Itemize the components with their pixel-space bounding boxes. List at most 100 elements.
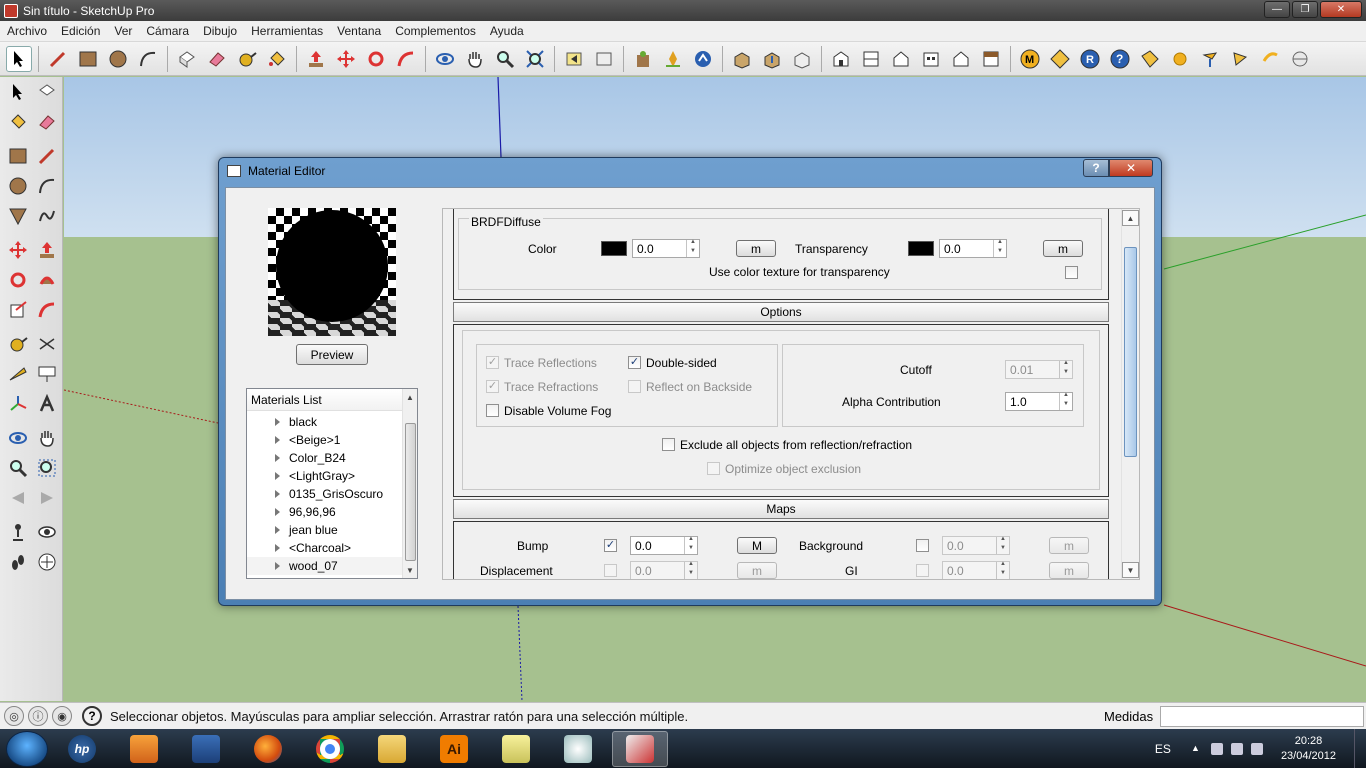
left-component-button[interactable] [35,79,61,105]
displacement-amount-spinbox[interactable]: 0.0 [630,561,698,579]
select-tool-button[interactable] [6,45,32,72]
dialog-help-button[interactable]: ? [1083,159,1109,177]
left-position-camera-button[interactable] [5,519,31,545]
taskbar-stocks[interactable] [178,731,234,767]
expand-arrow-icon[interactable] [275,490,280,498]
double-sided-checkbox[interactable]: ✓ [628,356,641,369]
list-item[interactable]: <Charcoal> [247,539,403,557]
left-freehand-button[interactable] [35,203,61,229]
left-rotate-button[interactable] [5,267,31,293]
taskbar-chrome[interactable] [302,731,358,767]
menu-edicion[interactable]: Edición [54,24,107,38]
trace-reflections-checkbox[interactable]: ✓ [486,356,499,369]
menu-dibujo[interactable]: Dibujo [196,24,244,38]
expand-arrow-icon[interactable] [275,472,280,480]
tape-measure-button[interactable] [234,46,260,72]
move-tool-button[interactable] [333,46,359,72]
disable-volume-fog-checkbox[interactable] [486,404,499,417]
show-desktop-button[interactable] [1354,729,1366,768]
close-window-button[interactable]: ✕ [1320,1,1362,18]
menu-herramientas[interactable]: Herramientas [244,24,330,38]
bump-map-button[interactable]: M [737,537,777,554]
measures-input[interactable] [1160,706,1364,727]
network-icon[interactable] [1230,742,1243,755]
extension-button[interactable] [660,46,686,72]
eraser-tool-button[interactable] [204,46,230,72]
maps-section-header[interactable]: Maps [453,499,1109,519]
spin-arrows-icon[interactable] [1059,392,1072,410]
alpha-contribution-spinbox[interactable]: 1.0 [1005,392,1073,411]
vray-material-button[interactable]: M [1017,46,1043,72]
list-item[interactable]: jean blue [247,521,403,539]
expand-arrow-icon[interactable] [275,436,280,444]
scroll-down-icon[interactable]: ▼ [403,562,417,578]
next-view-button[interactable] [591,46,617,72]
list-item[interactable]: <LightGray> [247,467,403,485]
language-indicator[interactable]: ES [1155,742,1171,756]
list-item[interactable]: Color_B24 [247,449,403,467]
taskbar-hp[interactable]: hp [54,731,110,767]
gi-map-button[interactable]: m [1049,562,1089,579]
spin-arrows-icon[interactable] [684,561,697,579]
zoom-button[interactable] [492,46,518,72]
left-offset-button[interactable] [35,297,61,323]
displacement-checkbox[interactable] [604,564,617,577]
pan-button[interactable] [462,46,488,72]
make-component-button[interactable] [174,46,200,72]
menu-ayuda[interactable]: Ayuda [483,24,531,38]
iso-view-button[interactable] [828,46,854,72]
preview-button[interactable]: Preview [296,344,368,365]
expand-arrow-icon[interactable] [275,544,280,552]
background-map-button[interactable]: m [1049,537,1089,554]
list-item[interactable]: 96,96,96 [247,503,403,521]
left-paint-button[interactable] [5,109,31,135]
left-walk-button[interactable] [5,549,31,575]
materials-list-scrollbar[interactable]: ▲ ▼ [402,389,417,578]
taskbar-notes[interactable] [488,731,544,767]
left-zoomwin-button[interactable] [35,455,61,481]
spin-arrows-icon[interactable] [993,239,1006,257]
bump-amount-spinbox[interactable]: 0.0 [630,536,698,555]
minimize-button[interactable]: — [1264,1,1290,18]
spin-arrows-icon[interactable] [1059,360,1072,378]
left-prev-button[interactable] [5,485,31,511]
get-models-button[interactable] [729,46,755,72]
left-move-button[interactable] [5,237,31,263]
rotate-tool-button[interactable] [363,46,389,72]
menu-ver[interactable]: Ver [107,24,139,38]
background-amount-spinbox[interactable]: 0.0 [942,536,1010,555]
taskbar-media-player[interactable] [116,731,172,767]
options-section-header[interactable]: Options [453,302,1109,322]
left-section-button[interactable] [35,549,61,575]
orbit-button[interactable] [432,46,458,72]
follow-me-button[interactable] [393,46,419,72]
back-view-button[interactable] [948,46,974,72]
components-button[interactable] [789,46,815,72]
left-followme-button[interactable] [35,267,61,293]
list-item[interactable]: black [247,413,403,431]
taskbar-paint[interactable] [550,731,606,767]
expand-arrow-icon[interactable] [275,526,280,534]
rectangle-tool-button[interactable] [75,46,101,72]
menu-complementos[interactable]: Complementos [388,24,483,38]
left-dimension-button[interactable] [35,331,61,357]
share-model-button[interactable] [690,46,716,72]
displacement-map-button[interactable]: m [737,562,777,579]
left-protractor-button[interactable] [5,361,31,387]
left-rectangle-button[interactable] [5,143,31,169]
spot-light-button[interactable] [1197,46,1223,72]
power-icon[interactable] [1250,742,1263,755]
menu-archivo[interactable]: Archivo [0,24,54,38]
expand-arrow-icon[interactable] [275,562,280,570]
left-next-button[interactable] [35,485,61,511]
previous-view-button[interactable] [561,46,587,72]
background-checkbox[interactable] [916,539,929,552]
use-color-texture-checkbox[interactable] [1065,266,1078,279]
left-pushpull-button[interactable] [35,237,61,263]
expand-arrow-icon[interactable] [275,508,280,516]
taskbar-illustrator[interactable]: Ai [426,731,482,767]
left-line-button[interactable] [35,143,61,169]
vray-frame-buffer-button[interactable] [1137,46,1163,72]
vray-sphere-button[interactable] [1287,46,1313,72]
left-zoom-button[interactable] [5,455,31,481]
